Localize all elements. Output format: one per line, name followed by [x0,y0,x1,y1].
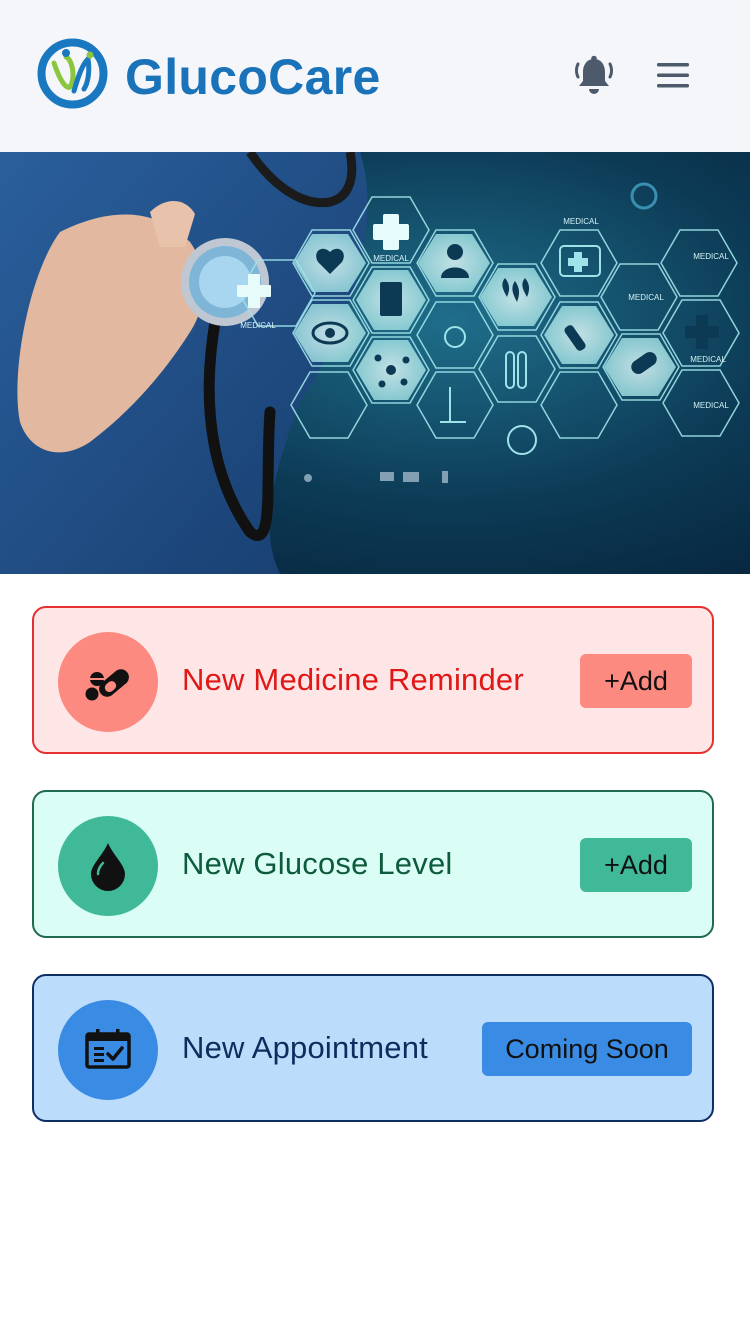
add-glucose-button[interactable]: +Add [580,838,692,892]
hero-label: MEDICAL [563,217,599,226]
bell-icon[interactable] [574,55,614,97]
hero-label: MEDICAL [628,293,664,302]
glucose-icon-circle [58,816,158,916]
hero-image: MEDICAL MEDICAL MEDICAL MEDICAL MEDICAL … [0,152,750,574]
app-header: GlucoCare [0,0,750,152]
hero-label: MEDICAL [240,321,276,330]
brand-title: GlucoCare [125,49,381,105]
appointment-card[interactable]: New Appointment Coming Soon [32,974,714,1122]
glucose-level-card[interactable]: New Glucose Level +Add [32,790,714,938]
glucose-level-title: New Glucose Level [182,846,453,881]
calendar-check-icon [85,1029,131,1069]
coming-soon-button[interactable]: Coming Soon [482,1022,692,1076]
medicine-icon-circle [58,632,158,732]
glucocare-logo-icon[interactable] [36,37,109,110]
hero-banner: MEDICAL MEDICAL MEDICAL MEDICAL MEDICAL … [0,152,750,574]
medicine-reminder-card[interactable]: New Medicine Reminder +Add [32,606,714,754]
hamburger-menu-icon[interactable] [655,58,693,92]
hero-label: MEDICAL [690,355,726,364]
medicine-reminder-title: New Medicine Reminder [182,662,524,697]
hero-label: MEDICAL [373,254,409,263]
pills-icon [85,669,129,701]
add-medicine-button[interactable]: +Add [580,654,692,708]
hero-label: MEDICAL [693,252,729,261]
blood-drop-icon [91,843,125,891]
hero-label: MEDICAL [693,401,729,410]
appointment-title: New Appointment [182,1030,428,1065]
appointment-icon-circle [58,1000,158,1100]
